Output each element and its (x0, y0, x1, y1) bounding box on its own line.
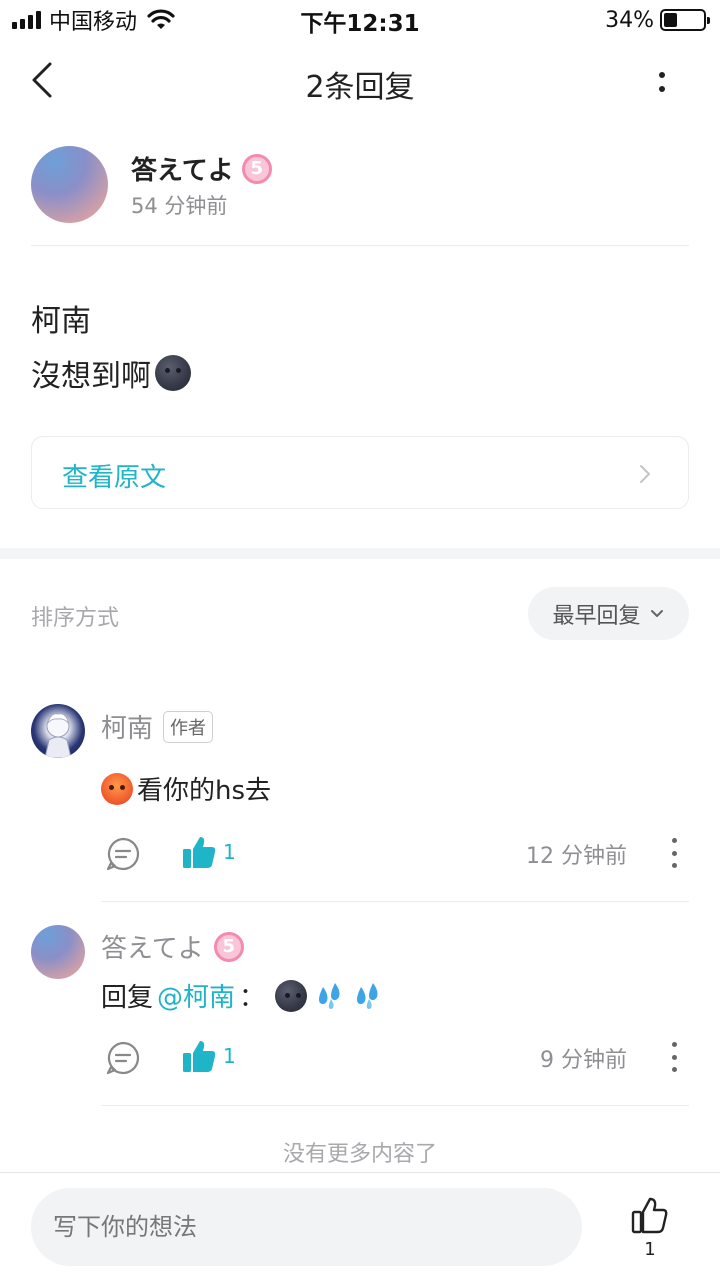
comment-actions: 1 12 分钟前 (101, 834, 689, 878)
post-text-line: 沒想到啊 (31, 351, 191, 395)
sort-value: 最早回复 (552, 603, 641, 629)
level-badge-icon: 5 (241, 153, 272, 184)
comment-time: 9 分钟前 (540, 1048, 627, 1073)
post-text-line: 柯南 (31, 304, 91, 339)
thumbs-up-outline-icon[interactable] (630, 1195, 670, 1235)
comment-author[interactable]: 答えてよ 5 (101, 928, 244, 965)
reply-comment-icon[interactable] (105, 1040, 141, 1076)
battery-icon (660, 9, 710, 31)
view-original-label: 查看原文 (62, 463, 167, 493)
comment-input[interactable] (31, 1188, 582, 1266)
post-text: 沒想到啊 (31, 359, 151, 394)
bottom-like-count: 1 (644, 1239, 656, 1260)
reply-prefix: 回复 (101, 983, 154, 1013)
new-moon-face-emoji-icon (155, 355, 191, 391)
thumbs-up-icon[interactable] (181, 1038, 217, 1074)
nav-bar: 2条回复 (0, 40, 720, 124)
author-tag: 作者 (163, 710, 214, 743)
sweat-droplets-emoji-icon (319, 982, 340, 1009)
view-original-button[interactable]: 查看原文 (31, 436, 689, 509)
bottom-bar: 1 (0, 1172, 720, 1281)
comment-author[interactable]: 柯南 作者 (101, 708, 214, 745)
post-author-name: 答えてよ (131, 156, 234, 186)
more-options-icon[interactable] (644, 62, 680, 102)
like-count: 1 (223, 840, 236, 864)
comment-more-icon[interactable] (669, 838, 679, 868)
reply-colon: ： (239, 983, 266, 1013)
section-divider (0, 548, 720, 559)
reply-comment-icon[interactable] (105, 836, 141, 872)
comment-avatar[interactable] (31, 925, 85, 979)
level-badge-icon: 5 (213, 931, 244, 962)
like-count: 1 (223, 1044, 236, 1068)
new-moon-face-emoji-icon (275, 979, 308, 1012)
status-right: 34% (605, 6, 710, 34)
chevron-right-icon (640, 465, 650, 483)
end-of-list-text: 没有更多内容了 (282, 1142, 437, 1167)
comment-time: 12 分钟前 (526, 844, 627, 869)
sort-dropdown[interactable]: 最早回复 (528, 587, 689, 640)
comment-author-name: 柯南 (101, 714, 154, 744)
post-author[interactable]: 答えてよ 5 (131, 150, 272, 187)
mention-link[interactable]: @柯南 (157, 977, 235, 1014)
angry-face-emoji-icon (101, 772, 133, 805)
post-author-avatar[interactable] (31, 146, 108, 223)
sweat-droplets-emoji-icon (357, 982, 378, 1009)
thumbs-up-icon[interactable] (181, 834, 217, 870)
comment-text: 看你的hs去 (137, 776, 272, 806)
comment-author-name: 答えてよ (101, 934, 204, 964)
character-avatar-image (44, 713, 72, 758)
battery-fill (664, 13, 677, 27)
status-bar: 中国移动 下午12:31 34% (0, 0, 720, 40)
comment-avatar[interactable] (31, 704, 85, 758)
page-title: 2条回复 (305, 70, 415, 105)
comment-more-icon[interactable] (669, 1042, 679, 1072)
divider (101, 1105, 689, 1106)
divider (31, 245, 689, 246)
divider (101, 901, 689, 902)
comment-actions: 1 9 分钟前 (101, 1038, 689, 1082)
sort-label: 排序方式 (31, 606, 120, 631)
battery-percent: 34% (605, 7, 654, 33)
comment-body: 看你的hs去 (101, 770, 271, 807)
comment-body: 回复 @柯南 ： (101, 977, 383, 1014)
chevron-down-icon (650, 609, 663, 617)
post-time: 54 分钟前 (131, 194, 228, 218)
